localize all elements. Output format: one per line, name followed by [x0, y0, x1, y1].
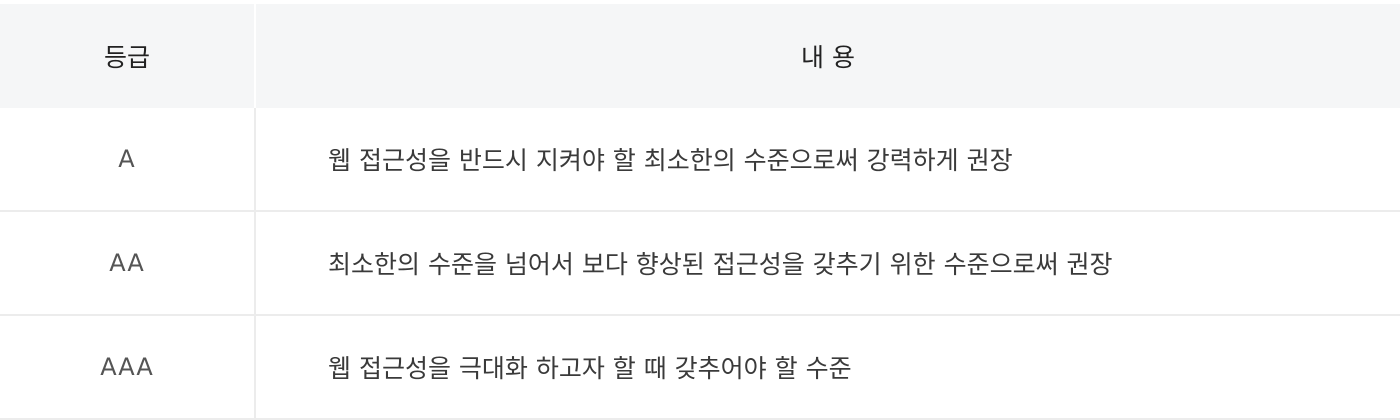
grade-cell: A: [0, 108, 256, 210]
header-grade: 등급: [0, 4, 256, 108]
content-cell: 최소한의 수준을 넘어서 보다 향상된 접근성을 갖추기 위한 수준으로써 권장: [328, 250, 1113, 279]
header-content: 내 용: [801, 43, 855, 72]
content-cell: 웹 접근성을 극대화 하고자 할 때 갖추어야 할 수준: [328, 354, 852, 383]
grade-label: AAA: [100, 353, 154, 381]
table-row: A 웹 접근성을 반드시 지켜야 할 최소한의 수준으로써 강력하게 권장: [0, 108, 1400, 212]
table-header-row: 등급 내 용: [0, 4, 1400, 108]
table-row: AA 최소한의 수준을 넘어서 보다 향상된 접근성을 갖추기 위한 수준으로써…: [0, 212, 1400, 316]
grade-label: AA: [109, 249, 145, 277]
accessibility-level-table: 등급 내 용 A 웹 접근성을 반드시 지켜야 할 최소한의 수준으로써 강력하…: [0, 4, 1400, 420]
grade-cell: AAA: [0, 316, 256, 418]
grade-label: A: [118, 145, 136, 173]
content-cell: 웹 접근성을 반드시 지켜야 할 최소한의 수준으로써 강력하게 권장: [328, 146, 1013, 175]
grade-cell: AA: [0, 212, 256, 314]
table-row: AAA 웹 접근성을 극대화 하고자 할 때 갖추어야 할 수준: [0, 316, 1400, 420]
